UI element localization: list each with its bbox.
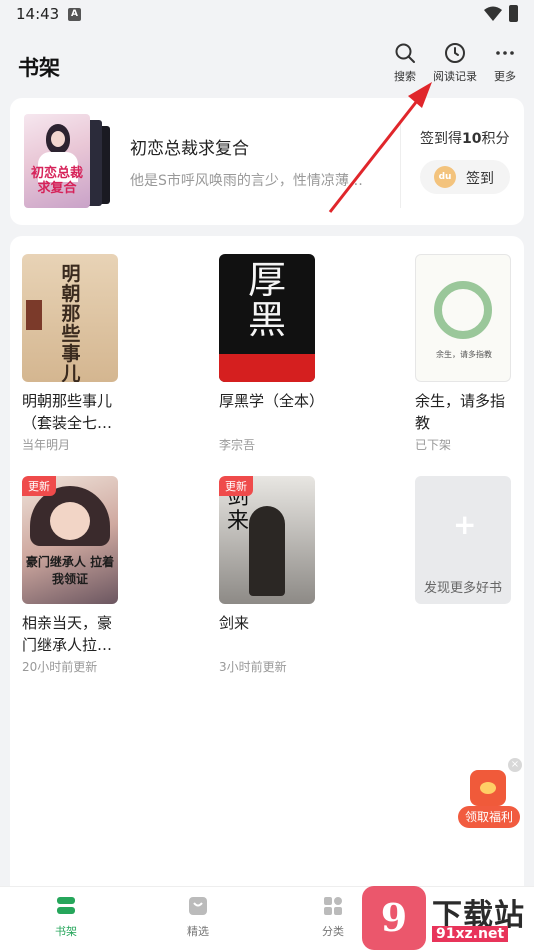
reading-history-label: 阅读记录 xyxy=(433,70,477,83)
book-cover[interactable]: 剑来 更新 xyxy=(219,476,315,604)
featured-icon xyxy=(189,897,207,915)
more-button[interactable]: 更多 xyxy=(480,42,530,90)
discover-more-tile[interactable]: + 发现更多好书 xyxy=(415,476,525,604)
watermark-url: 91xz.net xyxy=(432,926,509,942)
recommend-title[interactable]: 初恋总裁求复合 xyxy=(130,134,249,159)
reading-history-button[interactable]: 阅读记录 xyxy=(430,42,480,90)
signin-button[interactable]: du 签到 xyxy=(420,160,510,194)
recommend-cover-text: 初恋总裁求复合 xyxy=(30,166,83,196)
bookshelf-grid: 明朝那些事儿 明朝那些事儿（套装全七… 当年明月 厚黑 厚黑学（全本） 李宗吾 … xyxy=(10,236,524,916)
book-title[interactable]: 剑来 xyxy=(219,612,319,656)
book-item[interactable]: 明朝那些事儿 明朝那些事儿（套装全七… 当年明月 xyxy=(22,254,132,453)
sim-icon: A xyxy=(68,8,81,21)
tab-bookshelf-label: 书架 xyxy=(55,925,77,938)
clock-icon xyxy=(445,43,465,63)
book-title[interactable]: 明朝那些事儿（套装全七… xyxy=(22,390,122,434)
plus-icon: + xyxy=(453,508,477,541)
book-item[interactable]: 余生，请多指教 余生，请多指教 已下架 xyxy=(415,254,525,453)
search-button[interactable]: 搜索 xyxy=(380,42,430,90)
book-cover-text: 余生，请多指教 xyxy=(436,350,492,359)
tab-featured-label: 精选 xyxy=(187,925,209,938)
watermark: 9 下载站 91xz.net xyxy=(362,886,534,950)
update-badge: 更新 xyxy=(219,476,253,496)
discover-more-label: 发现更多好书 xyxy=(423,581,502,596)
battery-icon xyxy=(509,5,518,22)
book-cover-text: 豪门继承人 拉着我领证 xyxy=(25,555,115,586)
recommend-desc: 他是S市呼风唤雨的言少，性情凉薄… xyxy=(130,173,363,189)
book-cover[interactable]: 豪门继承人 拉着我领证 更新 xyxy=(22,476,118,604)
book-author: 当年明月 xyxy=(22,438,71,452)
cover-tag xyxy=(26,300,42,330)
signin-suffix: 积分 xyxy=(481,131,510,147)
book-cover[interactable]: 明朝那些事儿 xyxy=(22,254,118,382)
signin-prefix: 签到得 xyxy=(420,131,462,147)
book-cover-text: 明朝那些事儿 xyxy=(61,263,81,382)
welfare-float-button[interactable]: 领取福利 xyxy=(456,770,522,830)
signin-reward-text: 签到得10积分 xyxy=(420,128,509,148)
tab-featured[interactable]: 精选 xyxy=(153,895,243,939)
divider xyxy=(400,124,401,208)
cover-wreath xyxy=(434,281,492,339)
book-item[interactable]: 厚黑 厚黑学（全本） 李宗吾 xyxy=(219,254,329,453)
top-bar: 书架 搜索 阅读记录 更多 xyxy=(0,30,534,96)
cover-illustration-face xyxy=(50,502,90,540)
book-status: 已下架 xyxy=(415,438,452,452)
tab-bookshelf[interactable]: 书架 xyxy=(21,895,111,939)
book-cover-text: 厚黑 xyxy=(247,258,286,342)
close-icon[interactable]: × xyxy=(508,758,522,772)
book-title[interactable]: 相亲当天，豪门继承人拉… xyxy=(22,612,122,656)
book-update-time: 20小时前更新 xyxy=(22,660,98,674)
cover-band xyxy=(219,354,315,382)
status-time: 14:43 xyxy=(16,5,60,23)
wifi-icon xyxy=(484,6,502,21)
page-title: 书架 xyxy=(18,56,60,80)
book-cover[interactable]: 余生，请多指教 xyxy=(415,254,511,382)
red-envelope-icon xyxy=(470,770,506,806)
more-icon xyxy=(496,51,514,55)
categories-icon xyxy=(324,897,342,915)
search-label: 搜索 xyxy=(394,70,416,83)
book-cover[interactable]: 厚黑 xyxy=(219,254,315,382)
status-bar: 14:43 A xyxy=(0,0,534,30)
signin-points: 10 xyxy=(462,131,482,147)
book-title[interactable]: 厚黑学（全本） xyxy=(219,390,319,434)
signin-button-label: 签到 xyxy=(466,171,494,187)
book-item[interactable]: 豪门继承人 拉着我领证 更新 相亲当天，豪门继承人拉… 20小时前更新 xyxy=(22,476,132,675)
book-item[interactable]: 剑来 更新 剑来 3小时前更新 xyxy=(219,476,329,675)
coin-icon: du xyxy=(434,166,456,188)
recommend-cover[interactable]: 初恋总裁求复合 xyxy=(24,114,90,208)
update-badge: 更新 xyxy=(22,476,56,496)
welfare-label: 领取福利 xyxy=(458,806,520,828)
discover-more-button[interactable]: + 发现更多好书 xyxy=(415,476,511,604)
cover-illustration-face xyxy=(51,131,65,147)
book-title[interactable]: 余生，请多指教 xyxy=(415,390,515,434)
cover-illustration xyxy=(249,506,285,596)
search-icon xyxy=(395,43,415,63)
book-update-time: 3小时前更新 xyxy=(219,660,287,674)
more-label: 更多 xyxy=(494,70,516,83)
book-author: 李宗吾 xyxy=(219,438,256,452)
recommend-card[interactable]: 初恋总裁求复合 初恋总裁求复合 他是S市呼风唤雨的言少，性情凉薄… 签到得10积… xyxy=(10,98,524,225)
bookshelf-icon xyxy=(57,897,75,914)
watermark-logo: 9 xyxy=(362,886,426,950)
